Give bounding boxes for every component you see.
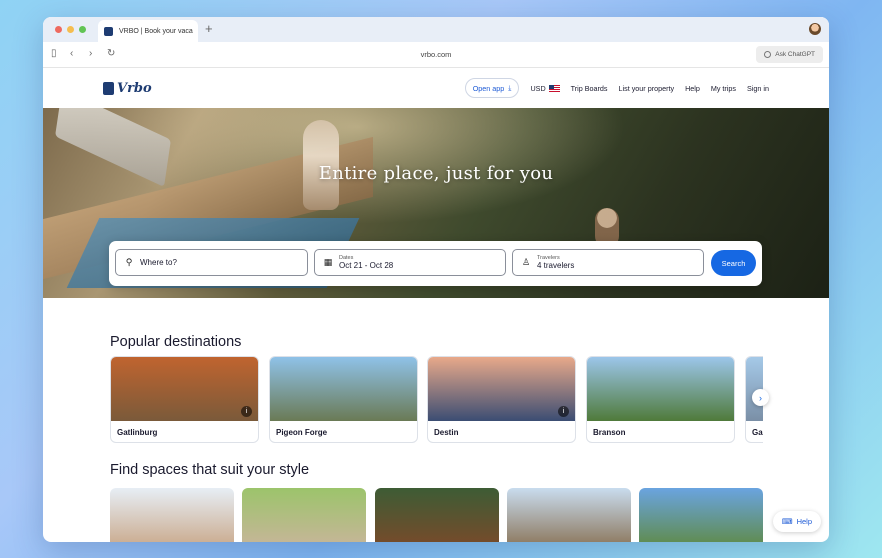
destination-card-gatlinburg[interactable]: i Gatlinburg [110, 356, 259, 443]
destination-name: Gatlinburg [117, 428, 158, 437]
ask-chatgpt-button[interactable]: Ask ChatGPT [756, 46, 823, 63]
style-tile[interactable] [242, 488, 366, 542]
tab-bar: VRBO | Book your vaca + [43, 17, 829, 42]
nav-list-property[interactable]: List your property [619, 84, 675, 93]
open-app-button[interactable]: Open app ⤓ [464, 78, 520, 98]
popular-destinations-title: Popular destinations [110, 334, 242, 350]
find-spaces-title: Find spaces that suit your style [110, 462, 310, 478]
us-flag-icon [548, 85, 560, 93]
style-tile[interactable] [375, 488, 499, 542]
chevron-right-icon: › [759, 392, 762, 403]
currency-selector[interactable]: USD [530, 83, 560, 93]
nav-help[interactable]: Help [685, 84, 700, 93]
destination-image [587, 357, 734, 421]
destination-card-branson[interactable]: Branson [586, 356, 735, 443]
open-app-label: Open app [472, 83, 505, 93]
dates-input[interactable]: ▦ Dates Oct 21 - Oct 28 [314, 249, 506, 276]
header-nav: Open app ⤓ USD Trip Boards List your pro… [464, 78, 769, 98]
help-label: Help [796, 517, 812, 526]
download-icon: ⤓ [508, 83, 512, 92]
calendar-icon: ▦ [323, 257, 333, 267]
info-icon[interactable]: i [241, 406, 252, 417]
vrbo-logo[interactable]: Vrbo [103, 81, 152, 96]
search-box: ⚲ Where to? ▦ Dates Oct 21 - Oct 28 ♙ Tr… [109, 241, 762, 286]
browser-window: VRBO | Book your vaca + ▯ ‹ › ↻ vrbo.com… [43, 17, 829, 542]
dates-value: Oct 21 - Oct 28 [339, 261, 394, 270]
close-window-button[interactable] [55, 26, 62, 33]
style-tile[interactable] [507, 488, 631, 542]
vrbo-favicon-icon [104, 26, 113, 36]
ask-chatgpt-label: Ask ChatGPT [775, 51, 815, 58]
maximize-window-button[interactable] [79, 26, 86, 33]
new-tab-button[interactable]: + [205, 21, 213, 36]
chat-bubble-icon: ⌨ [781, 517, 793, 526]
logo-text: Vrbo [117, 81, 152, 96]
tab-title: VRBO | Book your vaca [119, 27, 193, 35]
style-tile[interactable] [110, 488, 234, 542]
nav-my-trips[interactable]: My trips [711, 84, 736, 93]
destination-image [270, 357, 417, 421]
style-tile[interactable] [639, 488, 763, 542]
destination-name: Branson [593, 428, 626, 437]
destination-name: Pigeon Forge [276, 428, 328, 437]
destination-name: Ga [752, 428, 763, 437]
destination-card-destin[interactable]: i Destin [427, 356, 576, 443]
location-pin-icon: ⚲ [125, 257, 133, 267]
hero-title: Entire place, just for you [318, 163, 554, 184]
destination-image: i [111, 357, 258, 421]
dates-text: Dates Oct 21 - Oct 28 [339, 255, 393, 270]
site-header: Vrbo Open app ⤓ USD Trip Boards List you… [43, 68, 829, 108]
info-icon[interactable]: i [558, 406, 569, 417]
help-chat-button[interactable]: ⌨ Help [772, 511, 821, 532]
destination-name: Destin [434, 428, 459, 437]
travelers-text: Travelers 4 travelers [537, 255, 574, 270]
address-bar: ▯ ‹ › ↻ vrbo.com Ask ChatGPT [43, 42, 829, 68]
nav-sign-in[interactable]: Sign in [747, 84, 769, 93]
destination-input[interactable]: ⚲ Where to? [115, 249, 308, 276]
destinations-carousel: i Gatlinburg Pigeon Forge i Destin Brans… [110, 356, 763, 444]
minimize-window-button[interactable] [67, 26, 74, 33]
travelers-input[interactable]: ♙ Travelers 4 travelers [512, 249, 704, 276]
destination-card-pigeon-forge[interactable]: Pigeon Forge [269, 356, 418, 443]
browser-tab[interactable]: VRBO | Book your vaca [98, 20, 198, 42]
profile-avatar[interactable] [809, 23, 821, 35]
destination-placeholder: Where to? [140, 258, 177, 267]
carousel-next-button[interactable]: › [752, 389, 769, 406]
person-icon: ♙ [521, 257, 531, 267]
currency-label: USD [530, 83, 546, 93]
style-tiles [110, 488, 763, 542]
url-field[interactable]: vrbo.com [43, 50, 829, 59]
destination-image: i [428, 357, 575, 421]
search-button[interactable]: Search [711, 250, 756, 276]
vrbo-logo-icon [103, 82, 114, 95]
nav-trip-boards[interactable]: Trip Boards [571, 84, 608, 93]
travelers-value: 4 travelers [537, 261, 575, 270]
chatgpt-icon [764, 51, 772, 58]
hero-banner: Entire place, just for you ⚲ Where to? ▦… [43, 108, 829, 298]
